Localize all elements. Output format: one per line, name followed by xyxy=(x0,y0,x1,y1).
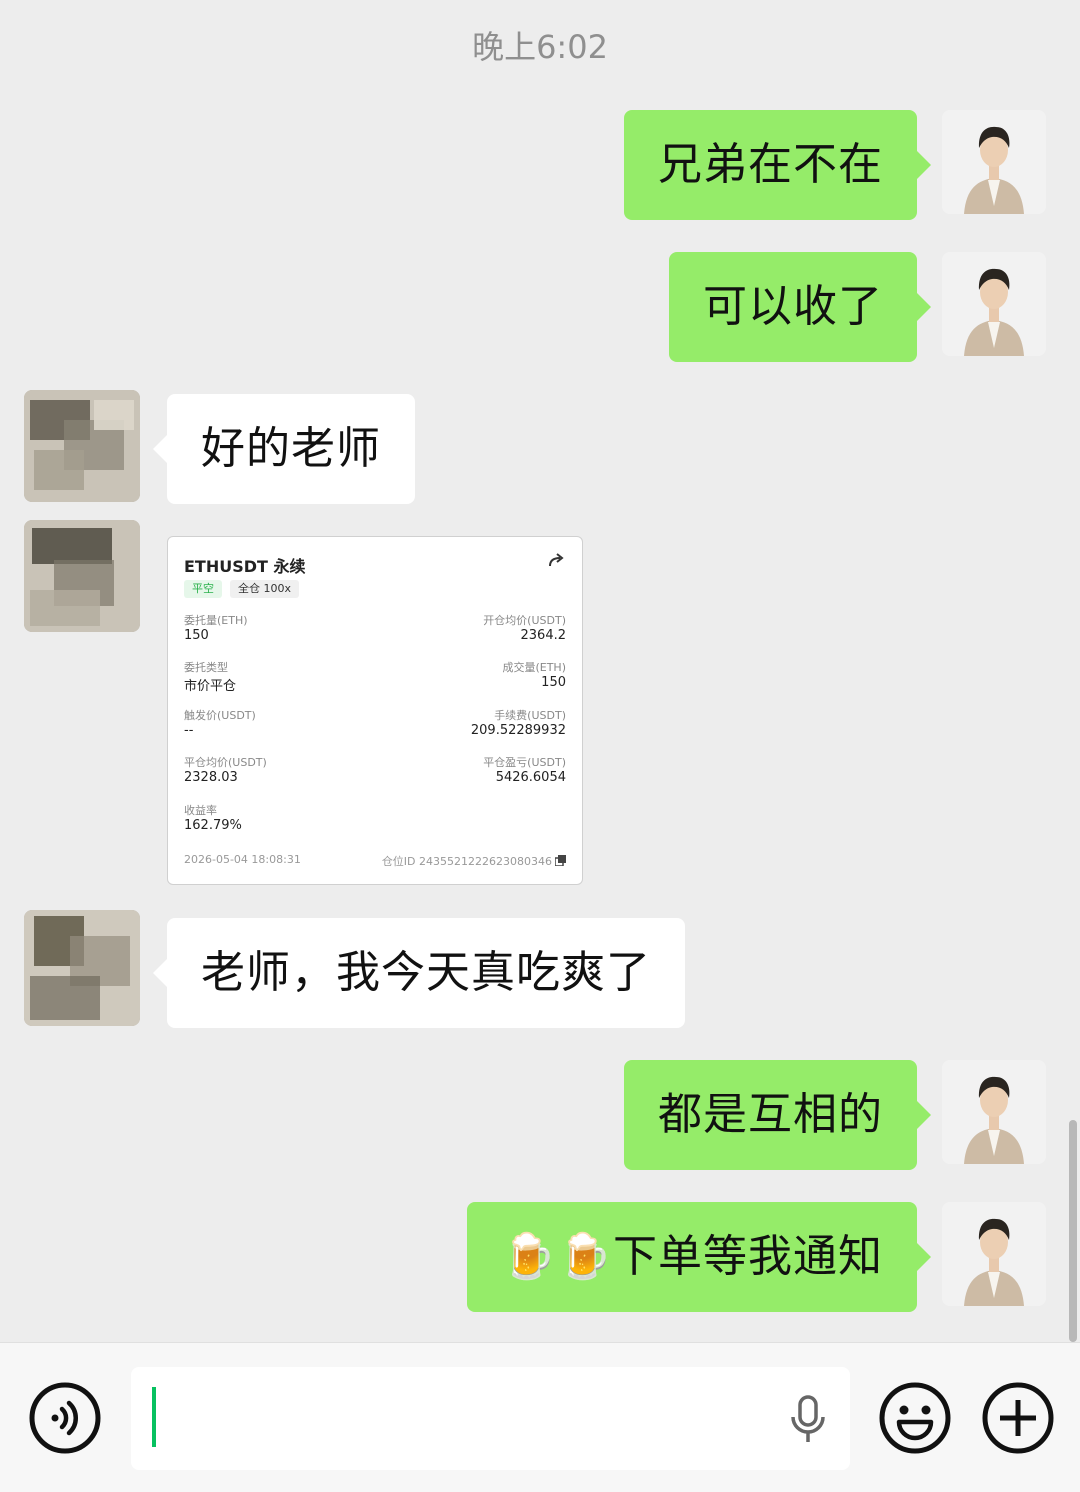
input-bar xyxy=(0,1342,1080,1492)
avatar-self[interactable] xyxy=(942,110,1046,214)
message-bubble-self[interactable]: 兄弟在不在 xyxy=(624,110,931,220)
blurred-avatar-image xyxy=(24,910,140,1026)
avatar-other[interactable] xyxy=(24,390,140,502)
message-bubble-self[interactable]: 都是互相的 xyxy=(624,1060,931,1170)
position-id: 仓位ID 2435521222623080346 xyxy=(381,855,552,868)
trade-card[interactable]: ETHUSDT 永续 平空 全仓 100x 委托量(ETH) 150 开仓均价(… xyxy=(167,536,583,885)
message-bubble-self[interactable]: 🍺🍺下单等我通知 xyxy=(467,1202,931,1312)
message-bubble-other[interactable]: 好的老师 xyxy=(153,394,415,504)
plus-icon[interactable] xyxy=(981,1381,1055,1455)
open-avg-value: 2364.2 xyxy=(520,628,567,643)
blurred-avatar-image xyxy=(24,390,140,502)
message-bubble-self[interactable]: 可以收了 xyxy=(669,252,931,362)
pnl-label: 平仓盈亏(USDT) xyxy=(483,756,566,769)
order-qty-label: 委托量(ETH) xyxy=(184,614,248,627)
chat-timestamp: 晚上6:02 xyxy=(472,28,608,66)
roi-value: 162.79% xyxy=(184,818,242,833)
person-avatar-image xyxy=(942,110,1046,214)
person-avatar-image xyxy=(942,252,1046,356)
roi-label: 收益率 xyxy=(184,804,217,817)
voice-icon[interactable] xyxy=(28,1381,102,1455)
share-icon[interactable] xyxy=(546,551,566,571)
order-type-value: 市价平仓 xyxy=(184,679,237,694)
microphone-icon[interactable] xyxy=(788,1395,828,1445)
scrollbar[interactable] xyxy=(1069,1120,1077,1342)
avatar-other[interactable] xyxy=(24,520,140,632)
fee-label: 手续费(USDT) xyxy=(494,709,566,722)
pnl-value: 5426.6054 xyxy=(495,770,566,785)
card-title: ETHUSDT 永续 xyxy=(184,557,306,576)
avatar-self[interactable] xyxy=(942,1202,1046,1306)
order-qty-value: 150 xyxy=(184,628,209,643)
avatar-other[interactable] xyxy=(24,910,140,1026)
emoji-icon[interactable] xyxy=(878,1381,952,1455)
close-avg-value: 2328.03 xyxy=(184,770,238,785)
avatar-self[interactable] xyxy=(942,252,1046,356)
message-input[interactable] xyxy=(131,1367,850,1470)
close-avg-label: 平仓均价(USDT) xyxy=(184,756,267,769)
avatar-self[interactable] xyxy=(942,1060,1046,1164)
text-caret xyxy=(152,1387,156,1447)
card-time: 2026-05-04 18:08:31 xyxy=(184,853,301,866)
person-avatar-image xyxy=(942,1060,1046,1164)
open-avg-label: 开仓均价(USDT) xyxy=(483,614,566,627)
order-type-label: 委托类型 xyxy=(184,661,228,674)
message-bubble-other[interactable]: 老师，我今天真吃爽了 xyxy=(153,918,685,1028)
blurred-avatar-image xyxy=(24,520,140,632)
trigger-label: 触发价(USDT) xyxy=(184,709,256,722)
filled-qty-value: 150 xyxy=(541,675,566,690)
person-avatar-image xyxy=(942,1202,1046,1306)
fee-value: 209.52289932 xyxy=(470,723,566,738)
trigger-value: -- xyxy=(184,723,194,738)
copy-icon[interactable] xyxy=(555,855,566,866)
filled-qty-label: 成交量(ETH) xyxy=(502,661,566,674)
side-tag: 平空 xyxy=(184,580,222,598)
margin-tag: 全仓 100x xyxy=(230,580,300,598)
